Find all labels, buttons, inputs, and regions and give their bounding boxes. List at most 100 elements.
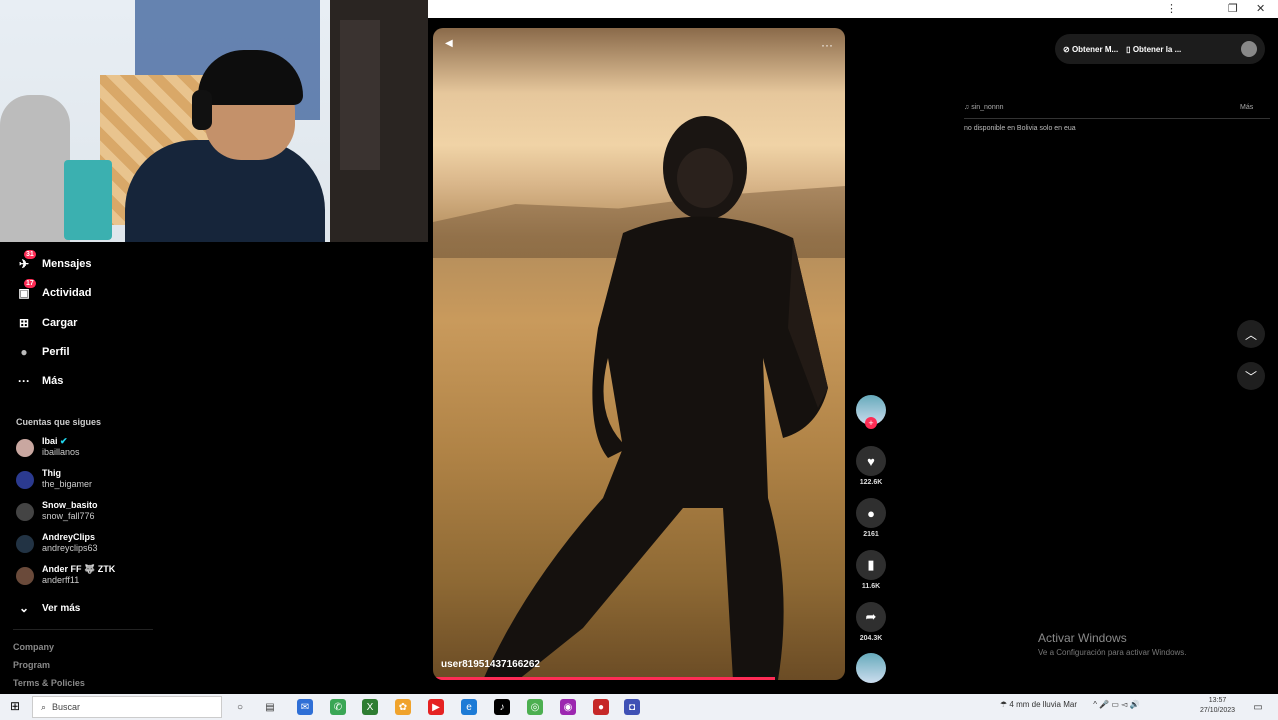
app-icon[interactable]: ◘ (624, 699, 640, 715)
edge-icon[interactable]: e (461, 699, 477, 715)
account-item[interactable]: Ibai ✔ ibaillanos (16, 436, 80, 458)
get-app-bar: ⊘ Obtener M... ▯ Obtener la ... (1055, 34, 1265, 64)
account-item[interactable]: Thig the_bigamer (16, 468, 92, 490)
music-info[interactable]: ♫ sin_nonnn (964, 104, 1004, 111)
messages-badge: 31 (24, 250, 36, 259)
like-count: 122.6K (859, 479, 883, 486)
chrome-icon[interactable]: ◎ (527, 699, 543, 715)
more-link[interactable]: Más (1240, 104, 1253, 111)
footer-link-company[interactable]: Company (13, 642, 54, 652)
app-icon[interactable]: ◉ (560, 699, 576, 715)
account-name: Ander FF 🐺 ZTK (42, 564, 116, 574)
video-progress-bar[interactable] (433, 677, 775, 680)
webcam-overlay (0, 0, 428, 242)
taskbar-search[interactable]: ⌕ Buscar (32, 696, 222, 718)
widgets-icon[interactable]: ▤ (262, 699, 278, 715)
footer-link-terms[interactable]: Terms & Policies (13, 678, 85, 688)
excel-icon[interactable]: X (362, 699, 378, 715)
follow-plus-icon[interactable]: + (865, 417, 877, 429)
sidebar-item-upload[interactable]: ⊞ Cargar (16, 313, 78, 333)
see-more-link[interactable]: ⌄ Ver más (16, 598, 80, 618)
save-button[interactable]: ▮ 11.6K (856, 550, 886, 590)
share-icon: ➦ (856, 602, 886, 632)
send-icon: ✈ 31 (18, 250, 36, 271)
account-handle: ibaillanos (42, 447, 80, 457)
heart-icon: ♥ (856, 446, 886, 476)
account-handle: andreyclips63 (42, 543, 98, 553)
sidebar: ✈ 31 Mensajes ▣ 17 Actividad ⊞ Cargar ● Pe… (0, 242, 428, 694)
get-desktop-button[interactable]: ▯ Obtener la ... (1126, 45, 1181, 54)
avatar (16, 471, 34, 489)
chevron-down-icon: ﹀ (1244, 369, 1257, 384)
tray-icons[interactable]: ^ 🎤 ▭ ◅ 🔊 (1093, 700, 1139, 709)
video-caption: no disponible en Bolivia solo en eua (964, 125, 1076, 132)
divider (964, 118, 1270, 119)
account-item[interactable]: AndreyClips andreyclips63 (16, 532, 98, 554)
sidebar-item-profile[interactable]: ● Perfil (16, 342, 69, 362)
get-app-button[interactable]: ⊘ Obtener M... (1063, 45, 1118, 54)
sidebar-item-label: Más (42, 375, 64, 387)
save-count: 11.6K (861, 583, 881, 590)
avatar (16, 567, 34, 585)
next-video-button[interactable]: ﹀ (1237, 362, 1265, 390)
upload-icon: ⊞ (18, 316, 30, 330)
following-title: Cuentas que sigues (16, 417, 102, 427)
avatar (16, 535, 34, 553)
account-item[interactable]: Ander FF 🐺 ZTK anderff11 (16, 564, 115, 586)
avatar-icon: ● (20, 345, 28, 359)
taskbar: ⊞ ⌕ Buscar ○ ▤ ✉ ✆ X ✿ ▶ e ♪ ◎ ◉ ● ◘ ☂ 4… (0, 694, 1278, 720)
share-button[interactable]: ➦ 204.3K (856, 602, 886, 642)
account-handle: anderff11 (42, 575, 80, 585)
comment-button[interactable]: ● 2161 (856, 498, 886, 538)
avatar[interactable] (1241, 41, 1257, 57)
account-handle: the_bigamer (42, 479, 93, 489)
photos-icon[interactable]: ✿ (395, 699, 411, 715)
close-icon[interactable]: ✕ (1256, 2, 1265, 15)
share-count: 204.3K (859, 635, 883, 642)
browser-top-bar: ⋮ ❐ ✕ (428, 0, 1278, 18)
tiktok-icon[interactable]: ♪ (494, 699, 510, 715)
video-player[interactable]: ◀ ··· user81951437166262 (433, 28, 845, 680)
sidebar-item-messages[interactable]: ✈ 31 Mensajes (16, 250, 92, 274)
search-placeholder: Buscar (52, 702, 81, 712)
account-name: Ibai (42, 436, 58, 446)
avatar (16, 439, 34, 457)
windows-start-icon[interactable]: ⊞ (10, 699, 20, 713)
phone-icon: ▯ (1126, 44, 1131, 54)
footer-link-program[interactable]: Program (13, 660, 50, 670)
browser-menu-icon[interactable]: ⋮ (1166, 2, 1177, 15)
recorder-icon[interactable]: ● (593, 699, 609, 715)
weather-text: 4 mm de lluvia Mar (1009, 700, 1077, 709)
mail-icon[interactable]: ✉ (297, 699, 313, 715)
like-button[interactable]: ♥ 122.6K (856, 446, 886, 486)
video-more-icon[interactable]: ··· (821, 38, 833, 52)
sidebar-item-label: Actividad (42, 287, 92, 299)
more-icon: ··· (18, 374, 30, 388)
music-disc[interactable] (856, 653, 886, 683)
system-clock[interactable]: 13:57 27/10/2023 (1200, 696, 1235, 716)
weather-widget[interactable]: ☂ 4 mm de lluvia Mar ^ 🎤 ▭ ◅ 🔊 (1000, 700, 1140, 709)
account-item[interactable]: Snow_basito snow_fall776 (16, 500, 98, 522)
creator-avatar[interactable]: + (856, 395, 886, 429)
task-view-icon[interactable]: ○ (232, 699, 248, 715)
video-username[interactable]: user81951437166262 (441, 659, 540, 670)
volume-icon[interactable]: ◀ (445, 38, 453, 49)
youtube-icon[interactable]: ▶ (428, 699, 444, 715)
chevron-up-icon: ︿ (1244, 327, 1257, 342)
account-name: AndreyClips (42, 532, 96, 542)
clock-date: 27/10/2023 (1200, 707, 1236, 714)
music-disc-icon (856, 653, 886, 683)
notification-icon[interactable]: ▭ (1250, 699, 1266, 715)
previous-video-button[interactable]: ︿ (1237, 320, 1265, 348)
sidebar-item-activity[interactable]: ▣ 17 Actividad (16, 279, 92, 303)
sidebar-item-more[interactable]: ··· Más (16, 371, 63, 391)
windows-activation-title: Activar Windows (1038, 631, 1127, 645)
restore-icon[interactable]: ❐ (1228, 2, 1238, 15)
avatar (16, 503, 34, 521)
account-name: Snow_basito (42, 500, 98, 510)
sidebar-item-label: Cargar (42, 317, 78, 329)
verified-icon: ✔ (60, 436, 68, 446)
gorilla-figure (483, 116, 828, 680)
bookmark-icon: ▮ (856, 550, 886, 580)
whatsapp-icon[interactable]: ✆ (330, 699, 346, 715)
